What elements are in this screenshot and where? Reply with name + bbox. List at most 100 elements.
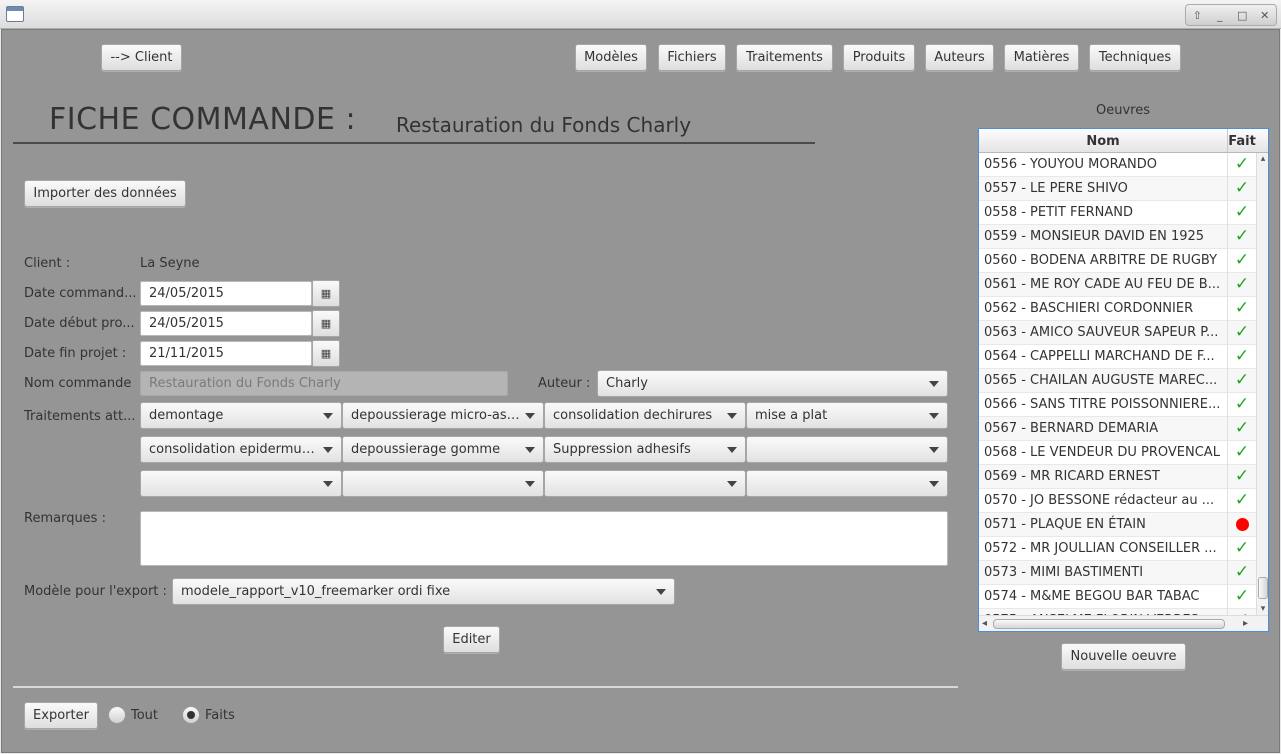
table-row[interactable]: 0560 - BODENA ARBITRE DE RUGBY ✓ [979,248,1256,273]
restore-icon[interactable]: ⇧ [1188,9,1206,22]
fait-cell[interactable]: ✓ [1228,417,1256,441]
scroll-right-icon[interactable]: ▸ [1243,618,1248,629]
table-row[interactable]: 0562 - BASCHIERI CORDONNIER ✓ [979,296,1256,321]
fait-cell[interactable]: ✓ [1228,441,1256,465]
oeuvre-name: 0569 - MR RICARD ERNEST [979,464,1228,489]
remarques-textarea[interactable] [140,511,948,566]
table-row[interactable]: 0573 - MIMI BASTIMENTI ✓ [979,560,1256,585]
fait-cell[interactable] [1228,513,1256,537]
fait-cell[interactable]: ✓ [1228,393,1256,417]
fait-cell[interactable]: ✓ [1228,297,1256,321]
scroll-thumb[interactable] [1258,577,1268,599]
scroll-thumb[interactable] [993,619,1225,629]
table-row[interactable]: 0556 - YOUYOU MORANDO ✓ [979,153,1256,177]
fait-cell[interactable]: ✓ [1228,369,1256,393]
traitement-select-3[interactable]: consolidation dechirures [544,402,746,429]
traitement-select-12[interactable] [746,470,948,497]
table-row[interactable]: 0570 - JO BESSONE rédacteur au ... ✓ [979,488,1256,513]
traitements-label: Traitements att... [24,409,136,424]
table-row[interactable]: 0565 - CHAILAN AUGUSTE MAREC... ✓ [979,368,1256,393]
table-row[interactable]: 0564 - CAPPELLI MARCHAND DE F... ✓ [979,344,1256,369]
traitement-select-6[interactable]: depoussierage gomme [342,436,544,463]
table-row[interactable]: 0559 - MONSIEUR DAVID EN 1925 ✓ [979,224,1256,249]
date-fin-field[interactable]: 21/11/2015 [140,341,312,366]
nav-auteurs-button[interactable]: Auteurs [925,44,994,71]
horizontal-scrollbar[interactable]: ◂ ▸ [979,615,1268,631]
import-data-button[interactable]: Importer des données [24,180,186,207]
traitement-select-7[interactable]: Suppression adhesifs [544,436,746,463]
minimize-icon[interactable]: _ [1211,9,1229,22]
fait-cell[interactable]: ✓ [1228,177,1256,201]
main-window: --> Client Modèles Fichiers Traitements … [1,29,1280,753]
check-icon: ✓ [1234,154,1250,174]
traitement-select-1[interactable]: demontage [140,402,342,429]
fait-cell[interactable]: ✓ [1228,465,1256,489]
radio-faits[interactable] [182,706,200,724]
column-header-fait[interactable]: Fait [1228,129,1256,153]
traitement-value: mise a plat [755,408,828,423]
fait-cell[interactable]: ✓ [1228,489,1256,513]
calendar-icon[interactable]: ▦ [312,310,340,337]
exporter-button[interactable]: Exporter [24,702,98,729]
calendar-icon[interactable]: ▦ [312,280,340,307]
client-label: Client : [24,256,71,271]
table-row[interactable]: 0569 - MR RICARD ERNEST ✓ [979,464,1256,489]
scroll-down-icon[interactable]: ▾ [1257,603,1268,615]
fait-cell[interactable]: ✓ [1228,321,1256,345]
nav-produits-button[interactable]: Produits [843,44,915,71]
check-icon: ✓ [1234,250,1250,270]
oeuvres-table[interactable]: Nom Fait 0556 - YOUYOU MORANDO ✓ 0557 - LE… [978,128,1269,632]
table-row[interactable]: 0568 - LE VENDEUR DU PROVENCAL ✓ [979,440,1256,465]
nav-matieres-button[interactable]: Matières [1004,44,1079,71]
nav-fichiers-button[interactable]: Fichiers [658,44,726,71]
auteur-select[interactable]: Charly [597,370,948,397]
traitement-select-4[interactable]: mise a plat [746,402,948,429]
fait-cell[interactable]: ✓ [1228,345,1256,369]
table-row[interactable]: 0572 - MR JOULLIAN CONSEILLER ... ✓ [979,536,1256,561]
fait-cell[interactable]: ✓ [1228,249,1256,273]
fait-cell[interactable]: ✓ [1228,585,1256,609]
calendar-icon[interactable]: ▦ [312,340,340,367]
traitement-select-2[interactable]: depoussierage micro-aspi... [342,402,544,429]
check-icon: ✓ [1234,442,1250,462]
nav-techniques-button[interactable]: Techniques [1089,44,1181,71]
column-header-nom[interactable]: Nom [979,129,1228,153]
oeuvre-name: 0573 - MIMI BASTIMENTI [979,560,1228,585]
fait-cell[interactable]: ✓ [1228,537,1256,561]
table-row[interactable]: 0571 - PLAQUE EN ÉTAIN [979,512,1256,537]
fait-cell[interactable]: ✓ [1228,153,1256,177]
close-icon[interactable]: ✕ [1256,9,1274,22]
table-row[interactable]: 0557 - LE PERE SHIVO ✓ [979,176,1256,201]
table-row[interactable]: 0558 - PETIT FERNAND ✓ [979,200,1256,225]
radio-tout[interactable] [108,706,126,724]
fait-cell[interactable]: ✓ [1228,273,1256,297]
table-row[interactable]: 0574 - M&ME BEGOU BAR TABAC ✓ [979,584,1256,609]
oeuvre-name: 0565 - CHAILAN AUGUSTE MAREC... [979,368,1228,393]
table-row[interactable]: 0563 - AMICO SAUVEUR SAPEUR P... ✓ [979,320,1256,345]
client-nav-button[interactable]: --> Client [101,44,182,71]
fait-cell[interactable]: ✓ [1228,561,1256,585]
traitement-select-11[interactable] [544,470,746,497]
page-title: FICHE COMMANDE : [49,102,357,137]
date-debut-field[interactable]: 24/05/2015 [140,311,312,336]
traitement-select-8[interactable] [746,436,948,463]
traitement-select-10[interactable] [342,470,544,497]
nav-modeles-button[interactable]: Modèles [575,44,647,71]
maximize-icon[interactable]: □ [1233,9,1251,22]
editer-button[interactable]: Editer [443,626,500,653]
nav-traitements-button[interactable]: Traitements [736,44,833,71]
traitement-select-9[interactable] [140,470,342,497]
scroll-left-icon[interactable]: ◂ [982,618,987,629]
modele-export-select[interactable]: modele_rapport_v10_freemarker ordi fixe [172,578,675,605]
vertical-scrollbar[interactable]: ▴ ▾ [1256,153,1268,615]
table-row[interactable]: 0561 - ME ROY CADE AU FEU DE B... ✓ [979,272,1256,297]
fait-cell[interactable]: ✓ [1228,225,1256,249]
date-commande-field[interactable]: 24/05/2015 [140,281,312,306]
table-row[interactable]: 0567 - BERNARD DEMARIA ✓ [979,416,1256,441]
traitement-select-5[interactable]: consolidation epidermures [140,436,342,463]
nouvelle-oeuvre-button[interactable]: Nouvelle oeuvre [1061,643,1186,670]
fait-cell[interactable]: ✓ [1228,201,1256,225]
scroll-up-icon[interactable]: ▴ [1257,153,1268,165]
table-row[interactable]: 0566 - SANS TITRE POISSONNIERE... ✓ [979,392,1256,417]
oeuvre-name: 0567 - BERNARD DEMARIA [979,416,1228,441]
